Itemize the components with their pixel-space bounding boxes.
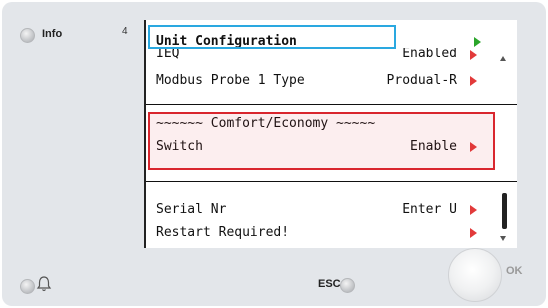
row-ieq-arrow-icon[interactable] — [470, 50, 477, 60]
row-modbus-probe-label: Modbus Probe 1 Type — [156, 73, 305, 88]
ok-button[interactable] — [448, 248, 502, 302]
scroll-up-icon[interactable] — [500, 56, 506, 61]
row-ieq-value: Enabled — [402, 48, 457, 60]
info-label: Info — [42, 28, 63, 40]
group-selection-highlight — [148, 112, 495, 170]
page-number: 4 — [122, 26, 128, 37]
ok-label: OK — [506, 265, 523, 277]
info-led — [20, 28, 35, 43]
header-selection-highlight — [148, 25, 396, 49]
row-ieq-label: IEQ — [156, 48, 180, 60]
alarm-led — [20, 279, 35, 294]
row-restart-required-label: Restart Required! — [156, 225, 290, 240]
esc-button[interactable] — [340, 278, 355, 293]
scrollbar-thumb[interactable] — [502, 193, 507, 229]
bell-icon[interactable] — [36, 275, 52, 293]
row-restart-required-arrow-icon[interactable] — [470, 228, 477, 238]
separator-line — [146, 181, 517, 182]
esc-label: ESC — [318, 278, 341, 290]
row-serial-nr-arrow-icon[interactable] — [470, 205, 477, 215]
row-serial-nr-label: Serial Nr — [156, 202, 227, 217]
scroll-down-icon[interactable] — [500, 236, 506, 241]
row-modbus-probe-arrow-icon[interactable] — [470, 76, 477, 86]
row-modbus-probe-value: Produal-R — [386, 73, 457, 88]
header-next-arrow-icon[interactable] — [474, 37, 481, 47]
row-serial-nr-value: Enter U — [402, 202, 457, 217]
separator-line — [146, 104, 517, 105]
